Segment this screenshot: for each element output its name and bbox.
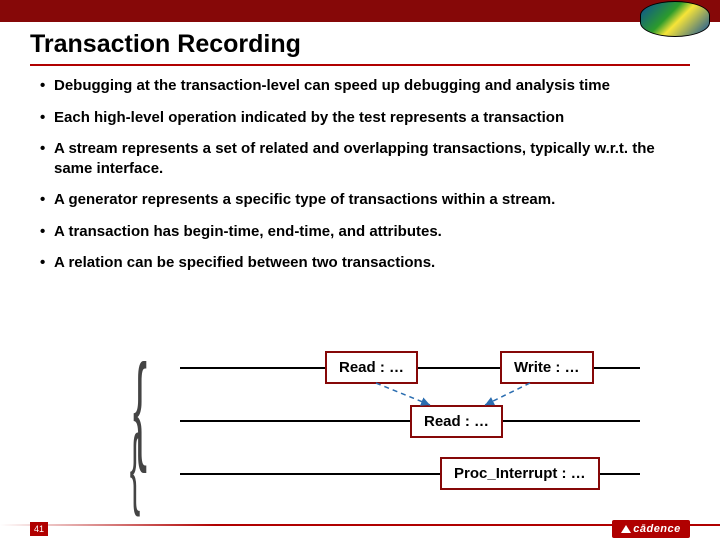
slide-title: Transaction Recording: [30, 30, 301, 59]
bullet-item: Debugging at the transaction-level can s…: [40, 76, 680, 96]
transaction-box-read: Read : …: [410, 405, 503, 438]
brand-text: cādence: [633, 523, 681, 535]
transaction-box-read: Read : …: [325, 351, 418, 384]
bullet-item: A transaction has begin-time, end-time, …: [40, 222, 680, 242]
page-number: 41: [30, 522, 48, 536]
bullet-item: A generator represents a specific type o…: [40, 190, 680, 210]
bullet-item: A relation can be specified between two …: [40, 253, 680, 273]
bullet-list: Debugging at the transaction-level can s…: [40, 76, 680, 285]
triangle-icon: [621, 525, 631, 533]
cadence-logo: cādence: [612, 520, 690, 538]
title-bar: [0, 0, 720, 22]
transaction-box-proc: Proc_Interrupt : …: [440, 457, 600, 490]
bullet-item: Each high-level operation indicated by t…: [40, 108, 680, 128]
transaction-diagram: { { Read : … Write : … Read : … Proc_Int…: [130, 335, 660, 505]
title-underline: [30, 64, 690, 66]
transaction-box-write: Write : …: [500, 351, 594, 384]
brace-icon: {: [130, 423, 141, 513]
brazil-flag-logo: [640, 1, 710, 37]
bullet-item: A stream represents a set of related and…: [40, 139, 680, 178]
